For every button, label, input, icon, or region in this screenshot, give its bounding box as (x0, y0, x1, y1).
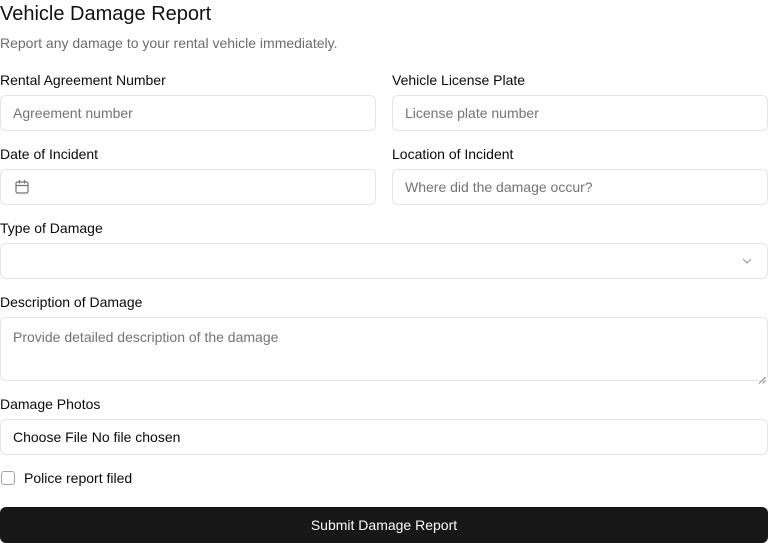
page-title: Vehicle Damage Report (0, 3, 212, 25)
file-status-text: No file chosen (91, 429, 181, 445)
resize-handle-icon[interactable] (758, 371, 766, 384)
damage-type-label: Type of Damage (0, 220, 103, 236)
agreement-number-input[interactable] (0, 95, 376, 131)
police-report-label[interactable]: Police report filed (24, 469, 132, 487)
agreement-number-label: Rental Agreement Number (0, 72, 166, 88)
incident-date-label: Date of Incident (0, 146, 99, 162)
calendar-icon (14, 179, 30, 195)
damage-description-textarea[interactable] (0, 317, 768, 381)
police-report-checkbox[interactable] (1, 471, 15, 485)
page-subtitle: Report any damage to your rental vehicle… (0, 35, 338, 51)
incident-date-picker[interactable] (0, 169, 376, 205)
damage-photos-label: Damage Photos (0, 396, 101, 412)
incident-location-label: Location of Incident (392, 146, 514, 162)
license-plate-label: Vehicle License Plate (392, 72, 526, 88)
damage-photos-file-input[interactable]: Choose File No file chosen (0, 419, 768, 455)
damage-description-label: Description of Damage (0, 294, 143, 310)
submit-damage-report-button[interactable]: Submit Damage Report (0, 507, 768, 543)
choose-file-button[interactable]: Choose File (13, 429, 88, 445)
incident-location-input[interactable] (392, 169, 768, 205)
license-plate-input[interactable] (392, 95, 768, 131)
damage-type-select[interactable] (0, 243, 768, 279)
chevron-down-icon (741, 255, 753, 267)
